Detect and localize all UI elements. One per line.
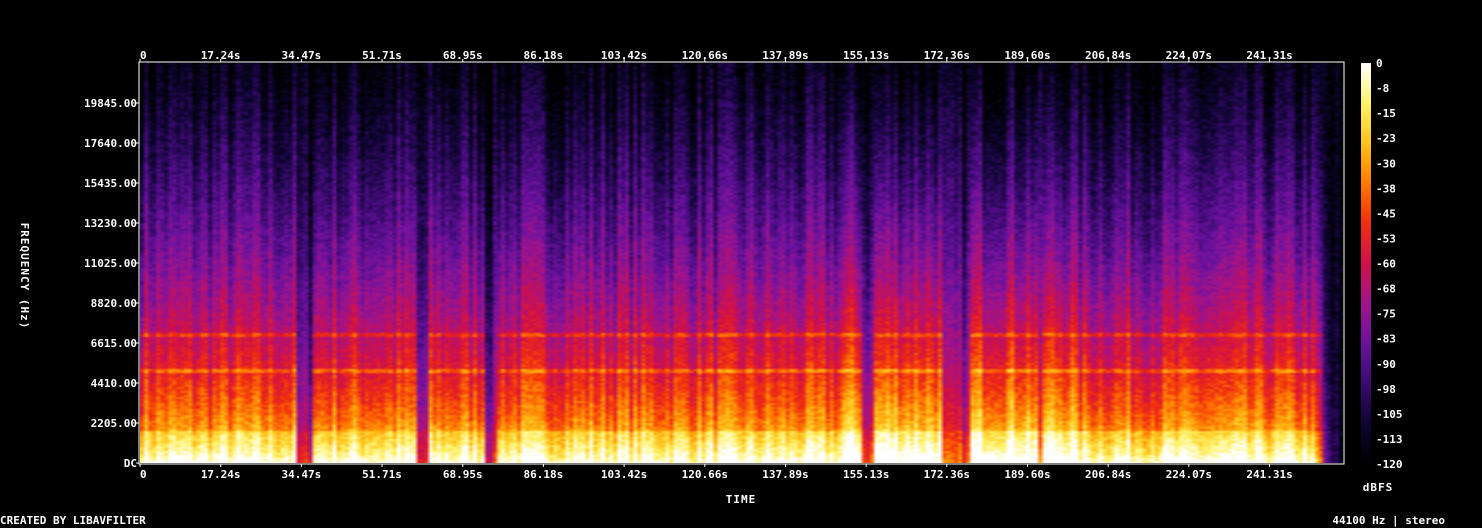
y-tick-label: 4410.00	[91, 377, 137, 390]
colorbar-tick-label: -83	[1376, 333, 1396, 346]
x-tick-label-bottom: 86.18s	[524, 468, 564, 481]
y-tick-label: 11025.00	[84, 257, 137, 270]
x-axis-label: TIME	[726, 493, 757, 506]
x-axis-bottom: 0 17.24s 34.47s 51.71s 68.95s 86.18s 103.42s 12…	[139, 464, 1293, 481]
colorbar-tick-label: -30	[1376, 157, 1396, 170]
spectrogram-chart: 0 17.24s 34.47s 51.71s 68.95s 86.18s 103.42s 12…	[18, 49, 1403, 506]
colorbar-tick-label: -15	[1376, 107, 1396, 120]
y-tick-label: 6615.00	[91, 337, 137, 350]
colorbar-tick-label: -45	[1376, 207, 1396, 220]
y-axis-label: FREQUENCY (Hz)	[18, 223, 31, 330]
footer-audio-info: 44100 Hz | stereo	[1332, 514, 1445, 527]
y-tick-label: 17640.00	[84, 137, 137, 150]
x-tick-label-bottom: 241.31s	[1246, 468, 1292, 481]
colorbar-tick-label: -68	[1376, 283, 1396, 296]
spectrogram-image	[140, 63, 1343, 463]
x-tick-label-bottom: 103.42s	[601, 468, 647, 481]
colorbar-tick-label: -53	[1376, 232, 1396, 245]
y-tick-label: 15435.00	[84, 177, 137, 190]
x-tick-label-bottom: 17.24s	[201, 468, 241, 481]
colorbar: 0 -8 -15 -23 -30 -38 -45 -53 -60 -68 -75 -83 -90 -98 -…	[1361, 57, 1403, 471]
x-tick-label-bottom: 155.13s	[843, 468, 889, 481]
x-tick-label-bottom: 68.95s	[443, 468, 483, 481]
colorbar-unit-label: dBFS	[1363, 481, 1394, 494]
y-tick-label: 13230.00	[84, 217, 137, 230]
colorbar-tick-label: -75	[1376, 308, 1396, 321]
x-tick-label-bottom: 34.47s	[281, 468, 321, 481]
colorbar-tick-label: -23	[1376, 132, 1396, 145]
x-tick-label-bottom: 172.36s	[924, 468, 970, 481]
colorbar-gradient	[1361, 63, 1371, 464]
x-tick-label-bottom: 120.66s	[682, 468, 728, 481]
x-tick-label-top: 0	[140, 49, 147, 62]
colorbar-tick-label: -105	[1376, 408, 1403, 421]
y-tick-label: 8820.00	[91, 297, 137, 310]
colorbar-tick-label: -120	[1376, 458, 1403, 471]
x-tick-label-bottom: 206.84s	[1085, 468, 1131, 481]
y-tick-label: 2205.00	[91, 417, 137, 430]
y-tick-label: 19845.00	[84, 97, 137, 110]
x-tick-label-bottom: 0	[140, 468, 147, 481]
colorbar-tick-label: -90	[1376, 358, 1396, 371]
colorbar-tick-label: 0	[1376, 57, 1383, 70]
colorbar-tick-label: -60	[1376, 258, 1396, 271]
x-tick-label-bottom: 224.07s	[1166, 468, 1212, 481]
x-tick-label-bottom: 51.71s	[362, 468, 402, 481]
footer-credit: CREATED BY LIBAVFILTER	[0, 514, 146, 527]
x-axis-top: 0 17.24s 34.47s 51.71s 68.95s 86.18s 103.42s 12…	[139, 49, 1293, 62]
colorbar-tick-label: -113	[1376, 433, 1403, 446]
colorbar-tick-label: -98	[1376, 383, 1396, 396]
colorbar-tick-label: -8	[1376, 82, 1389, 95]
y-axis: DC 2205.00 4410.00 6615.00 8820.00 11025.00 13…	[84, 97, 139, 470]
plot-area	[138, 61, 1345, 465]
x-tick-label-bottom: 189.60s	[1004, 468, 1050, 481]
x-tick-label-bottom: 137.89s	[762, 468, 808, 481]
y-tick-label: DC	[124, 457, 137, 470]
colorbar-tick-label: -38	[1376, 182, 1396, 195]
